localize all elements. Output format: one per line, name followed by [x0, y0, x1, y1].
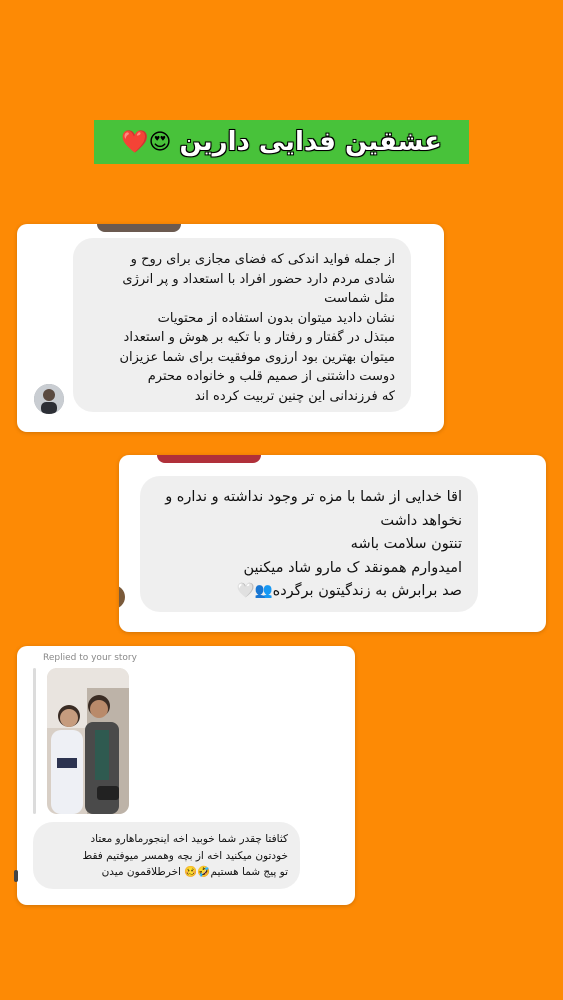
message-bubble-1: از جمله فواید اندکی که فضای مجازی برای ر… [73, 238, 411, 412]
comment-card-1: از جمله فواید اندکی که فضای مجازی برای ر… [17, 224, 444, 432]
message-line: شادی مردم دارد حضور افراد با استعداد و پ… [122, 271, 395, 287]
previous-message-peek [97, 224, 181, 232]
title-banner: عشقین فدایی دارین 😍❤️ [94, 120, 469, 164]
comment-card-2: اقا خدایی از شما با مزه تر وجود نداشته و… [119, 455, 546, 632]
message-line: مثل شماست [324, 291, 395, 306]
message-line: کثافتا چقدر شما خوبید اخه اینجورماهارو م… [90, 833, 288, 845]
banner-emojis: 😍❤️ [121, 129, 172, 155]
reply-indicator-bar [33, 668, 36, 814]
message-bubble-3: کثافتا چقدر شما خوبید اخه اینجورماهارو م… [33, 822, 300, 889]
banner-title: عشقین فدایی دارین [179, 127, 442, 157]
message-line: میتوان بهترین بود ارزوی موفقیت برای شما … [119, 349, 395, 365]
message-line: تنتون سلامت باشه [350, 536, 462, 552]
message-line: صد برابرش به زندگیتون برگرده👥🤍 [236, 583, 462, 599]
message-line: مبتذل در گفتار و رفتار و با تکیه بر هوش … [123, 330, 395, 345]
message-line: از جمله فواید اندکی که فضای مجازی برای ر… [130, 252, 395, 267]
sender-avatar[interactable] [34, 384, 64, 414]
message-line: امیدوارم همونقد ک مارو شاد میکنین [243, 559, 462, 576]
replied-to-story-label: Replied to your story [43, 653, 137, 663]
message-line: اقا خدایی از شما با مزه تر وجود نداشته و… [165, 489, 462, 505]
message-line: تو پیج شما هستیم🤣🥴 اخرطلاقمون میدن [101, 866, 288, 878]
story-thumbnail[interactable] [47, 668, 129, 814]
message-line: خودتون میکنید اخه از بچه وهمسر میوفتیم ف… [82, 849, 288, 862]
message-line: نخواهد داشت [380, 512, 462, 529]
comment-card-3: Replied to your story کثافتا چقدر شما خو… [17, 646, 355, 905]
message-line: نشان دادید میتوان بدون استفاده از محتویا… [157, 310, 395, 326]
message-line: دوست داشتنی از صمیم قلب و خانواده محترم [147, 369, 395, 384]
sender-avatar-edge [14, 870, 18, 882]
previous-message-peek [157, 455, 261, 463]
sender-avatar[interactable] [119, 585, 125, 609]
story-photo-icon [47, 668, 129, 814]
message-bubble-2: اقا خدایی از شما با مزه تر وجود نداشته و… [140, 476, 478, 612]
message-line: که فرزندانی این چنین تربیت کرده اند [194, 388, 395, 404]
person-icon [34, 384, 64, 414]
